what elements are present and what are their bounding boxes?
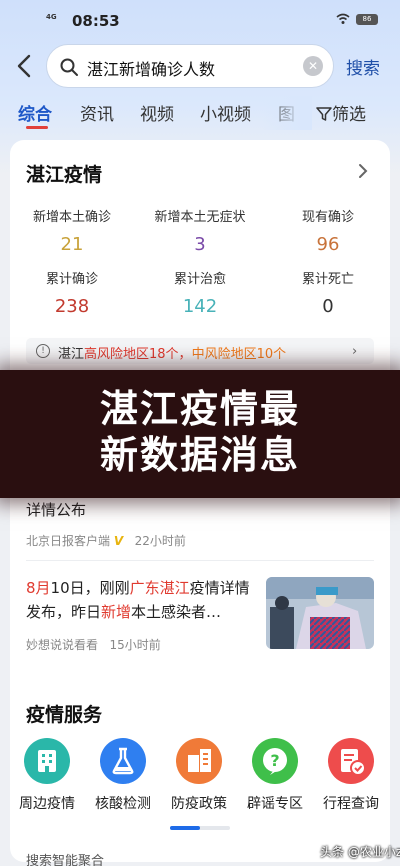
status-time: 08:53 [72,12,120,30]
chevron-right-icon[interactable] [356,162,370,180]
status-bar: 4G 08:53 86 [0,0,400,40]
building-icon [24,738,70,784]
question-icon: ? [252,738,298,784]
stat-total-deaths: 累计死亡 0 [301,272,354,317]
news-meta: 妙想说说看看 15小时前 [26,638,161,652]
stat-current-confirmed: 现有确诊 96 [301,210,354,255]
wifi-icon [336,13,350,24]
search-icon [60,58,78,76]
service-nearby[interactable]: 周边疫情 [9,738,85,813]
epidemic-card: 湛江疫情 新增本土确诊 21 新增本土无症状 3 现有确诊 96 累计确诊 23… [9,140,390,866]
news-title[interactable]: 详情公布 [26,498,86,522]
active-tab-indicator [26,126,48,129]
stat-total-cured: 累计治愈 142 [173,272,226,317]
search-query: 湛江新增确诊人数 [87,60,216,79]
watermark: 头条 @农业小z [320,845,400,859]
service-rumor-debunk[interactable]: ? 辟谣专区 [237,738,313,813]
stat-new-local-asymptomatic: 新增本土无症状 3 [154,210,246,255]
services-pager [170,826,230,830]
pager-indicator [170,826,200,830]
service-nucleic-test[interactable]: 核酸检测 [85,738,161,813]
clear-search-button[interactable]: ✕ [303,56,323,76]
filter-label: 筛选 [332,105,366,125]
tab-news[interactable]: 资讯 [80,100,114,125]
card-title[interactable]: 湛江疫情 [26,160,102,187]
tab-fade [262,96,312,130]
search-input[interactable]: 湛江新增确诊人数 ✕ [46,44,334,88]
test-tube-icon [100,738,146,784]
filter-icon [316,107,332,121]
back-button[interactable] [12,52,38,80]
verified-badge-icon: V [113,534,124,548]
network-indicator: 4G [46,13,57,21]
tab-video[interactable]: 视频 [140,100,174,125]
news-meta: 北京日报客户端 V 22小时前 [26,534,186,548]
itinerary-icon [328,738,374,784]
battery-icon: 86 [356,14,378,25]
policy-building-icon [176,738,222,784]
svg-text:?: ? [270,751,279,770]
news-thumbnail[interactable] [266,577,374,649]
category-tabs: 综合 资讯 视频 小视频 图 筛选 [0,96,400,132]
stat-total-confirmed: 累计确诊 238 [45,272,98,317]
risk-area-bar[interactable]: ! 湛江高风险地区18个，中风险地区10个 › [26,338,374,364]
divider [26,560,374,561]
service-itinerary[interactable]: 行程查询 [313,738,389,813]
headline-overlay: 湛江疫情最 新数据消息 [0,370,400,498]
info-icon: ! [36,344,50,358]
news-title[interactable]: 8月10日，刚刚广东湛江疫情详情发布，昨日新增本土感染者… [26,576,254,624]
search-button[interactable]: 搜索 [346,54,380,79]
overlay-line-1: 湛江疫情最 [99,387,300,431]
chevron-right-icon: › [352,344,358,359]
service-policy[interactable]: 防疫政策 [161,738,237,813]
tab-all[interactable]: 综合 [18,100,52,125]
overlay-line-2: 新数据消息 [99,433,300,477]
bottom-section-title: 搜索智能聚合 [26,854,105,866]
tab-short-video[interactable]: 小视频 [200,100,251,125]
services-title: 疫情服务 [26,704,103,726]
stat-new-local-confirmed: 新增本土确诊 21 [32,210,111,255]
risk-area-text: 湛江高风险地区18个，中风险地区10个 [58,347,287,362]
filter-button[interactable]: 筛选 [316,100,366,125]
